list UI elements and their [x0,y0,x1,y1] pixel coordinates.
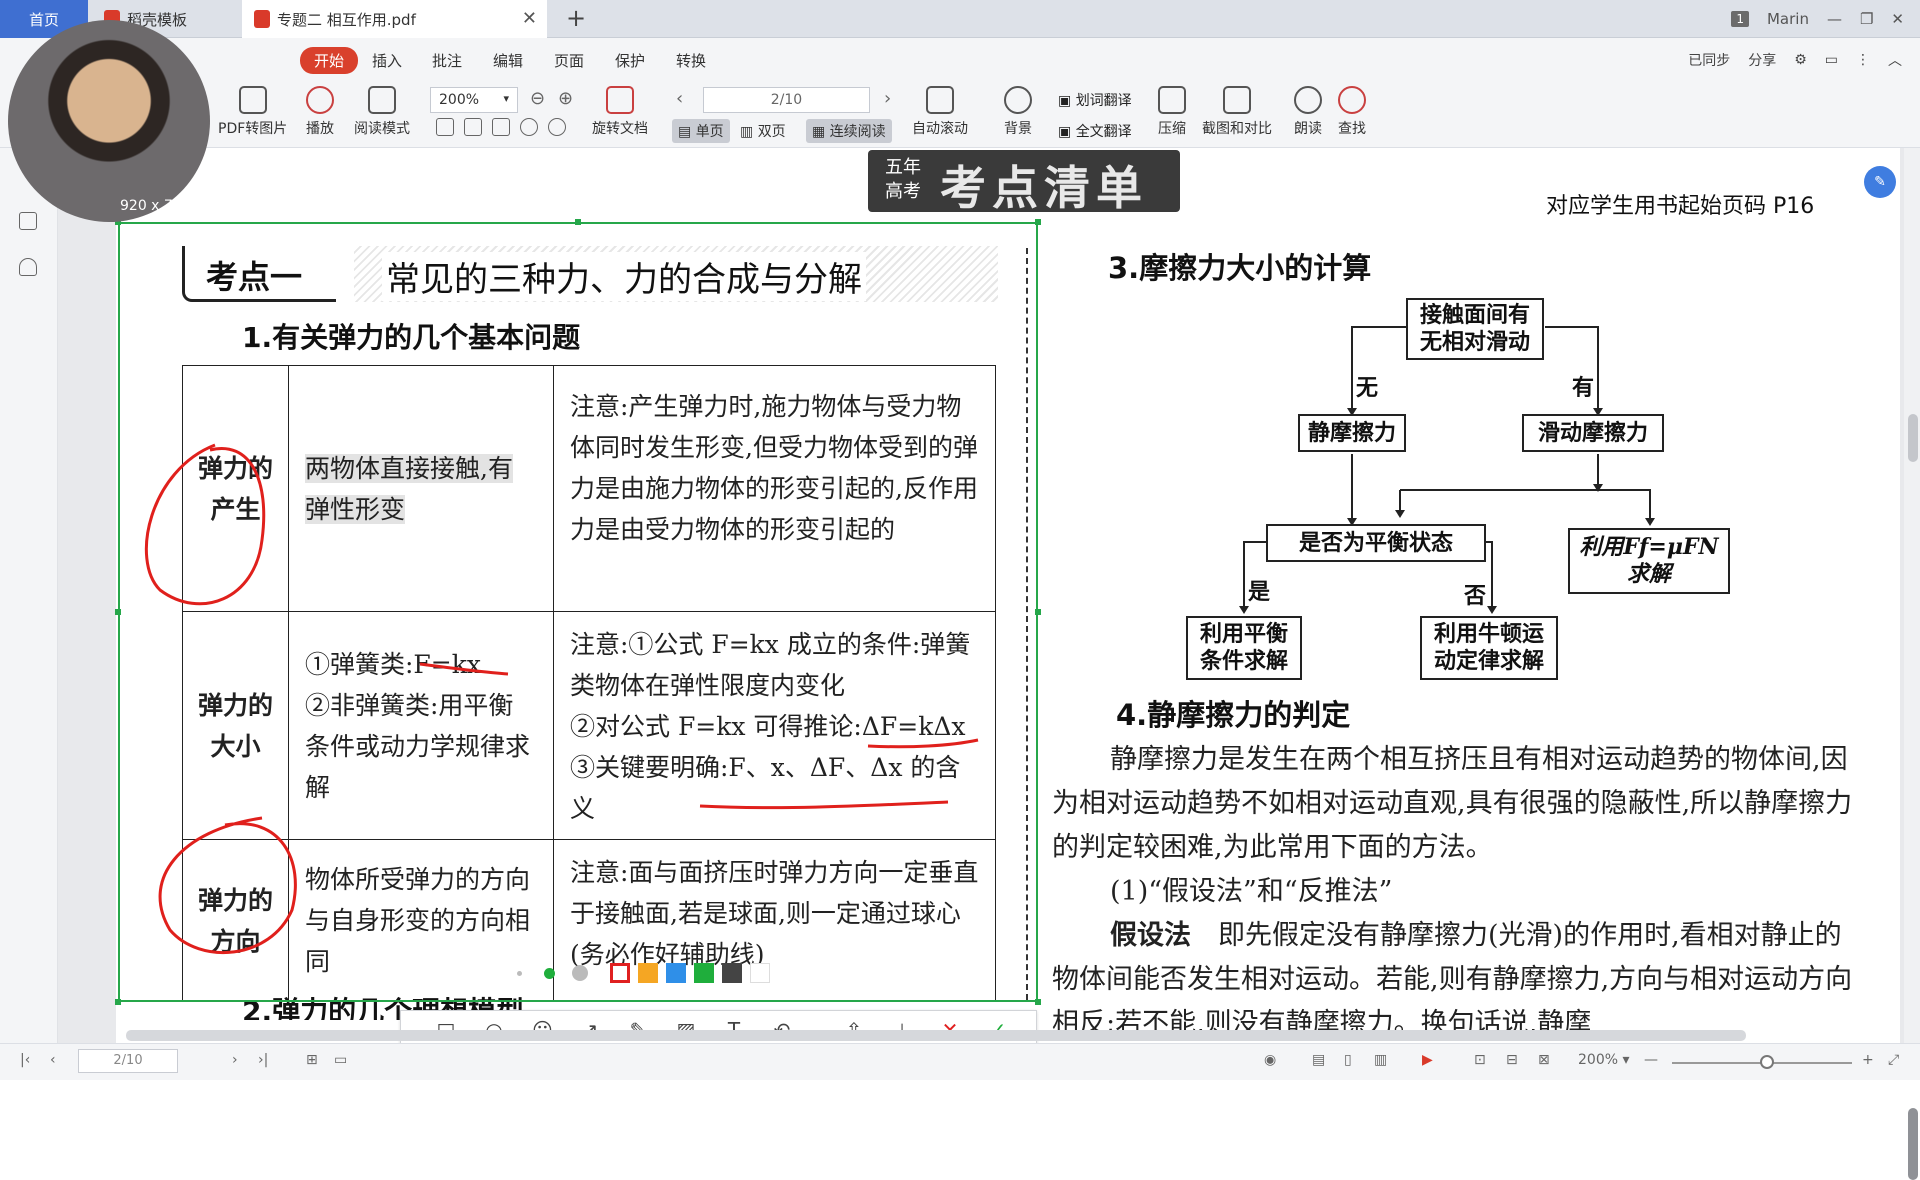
page-setting-icon[interactable]: ▭ [334,1052,347,1068]
connector [1486,541,1493,612]
status-bar [0,1043,1920,1080]
color-swatch-orange[interactable] [638,963,658,983]
static-friction-text: 静摩擦力是发生在两个相互挤压且有相对运动趋势的物体间,因为相对运动趋势不如相对运… [1052,738,1867,1046]
bold-term: 假设法 [1110,920,1191,951]
flow-node-equilibrium-method: 利用平衡 条件求解 [1186,616,1302,680]
status-double-icon[interactable]: ▥ [1374,1052,1387,1068]
scroll-thumb-lower[interactable] [1908,1108,1918,1180]
flow-label-yes: 有 [1572,376,1595,401]
flow-node-formula: 利用Ff=μFN 求解 [1568,528,1730,594]
paragraph: (1)“假设法”和“反推法” [1110,876,1393,907]
paragraph: 假设法 即先假定没有静摩擦力(光滑)的作用时,看相对静止的物体间能否发生相对运动… [1052,920,1853,1039]
play-icon[interactable]: ▶ [1422,1052,1433,1068]
paragraph: 静摩擦力是发生在两个相互挤压且有相对运动趋势的物体间,因为相对运动趋势不如相对运… [1052,744,1853,863]
flow-label-is: 是 [1248,580,1271,605]
webcam-overlay[interactable] [8,20,210,222]
size-dot-large[interactable] [572,965,588,981]
horizontal-scrollbar[interactable] [126,1030,1746,1041]
fit-width-icon[interactable]: ⊠ [1538,1052,1550,1068]
next-page-icon[interactable]: › [232,1052,238,1068]
color-swatch-white[interactable] [750,963,770,983]
zoom-slider-knob[interactable] [1760,1055,1774,1069]
flow-label-no: 无 [1356,376,1379,401]
insert-page-icon[interactable]: ⊞ [306,1052,318,1068]
flow-node-sliding-friction: 滑动摩擦力 [1522,414,1664,452]
status-zoom[interactable]: 200% ▾ [1578,1052,1630,1068]
status-continuous-icon[interactable]: ▤ [1312,1052,1325,1068]
eye-icon[interactable]: ◉ [1264,1052,1276,1068]
color-swatch-green[interactable] [694,963,714,983]
fullscreen-icon[interactable]: ⤢ [1888,1052,1899,1068]
flow-node-newton-method: 利用牛顿运 动定律求解 [1420,616,1558,680]
arrowhead [1487,606,1497,614]
prev-page-icon[interactable]: ‹ [50,1052,56,1068]
size-dot-small[interactable] [517,971,522,976]
zoom-out-icon[interactable]: — [1644,1052,1658,1068]
arrowhead [1395,510,1405,518]
last-page-icon[interactable]: ›| [258,1052,268,1068]
actual-size-icon[interactable]: ⊟ [1506,1052,1518,1068]
color-swatch-dark[interactable] [722,963,742,983]
size-dot-medium[interactable] [544,968,555,979]
flow-label-not: 否 [1464,584,1487,609]
arrowhead [1239,606,1249,614]
status-single-icon[interactable]: ▯ [1344,1052,1352,1068]
arrowhead [1645,518,1655,526]
connector [1400,489,1651,524]
flow-node-static-friction: 静摩擦力 [1298,414,1406,452]
zoom-in-icon[interactable]: + [1862,1052,1874,1068]
webcam-size-label: 920 x 781 [120,198,191,214]
first-page-icon[interactable]: |‹ [20,1052,30,1068]
fit-icon[interactable]: ⊡ [1474,1052,1486,1068]
section-heading-4: 4.静摩擦力的判定 [1116,698,1351,732]
status-page-input[interactable]: 2/10 [78,1049,178,1073]
color-swatch-blue[interactable] [666,963,686,983]
flow-node-sliding-check: 接触面间有 无相对滑动 [1406,298,1544,360]
color-swatch-red[interactable] [610,963,630,983]
flow-node-equilibrium-check: 是否为平衡状态 [1266,524,1486,562]
